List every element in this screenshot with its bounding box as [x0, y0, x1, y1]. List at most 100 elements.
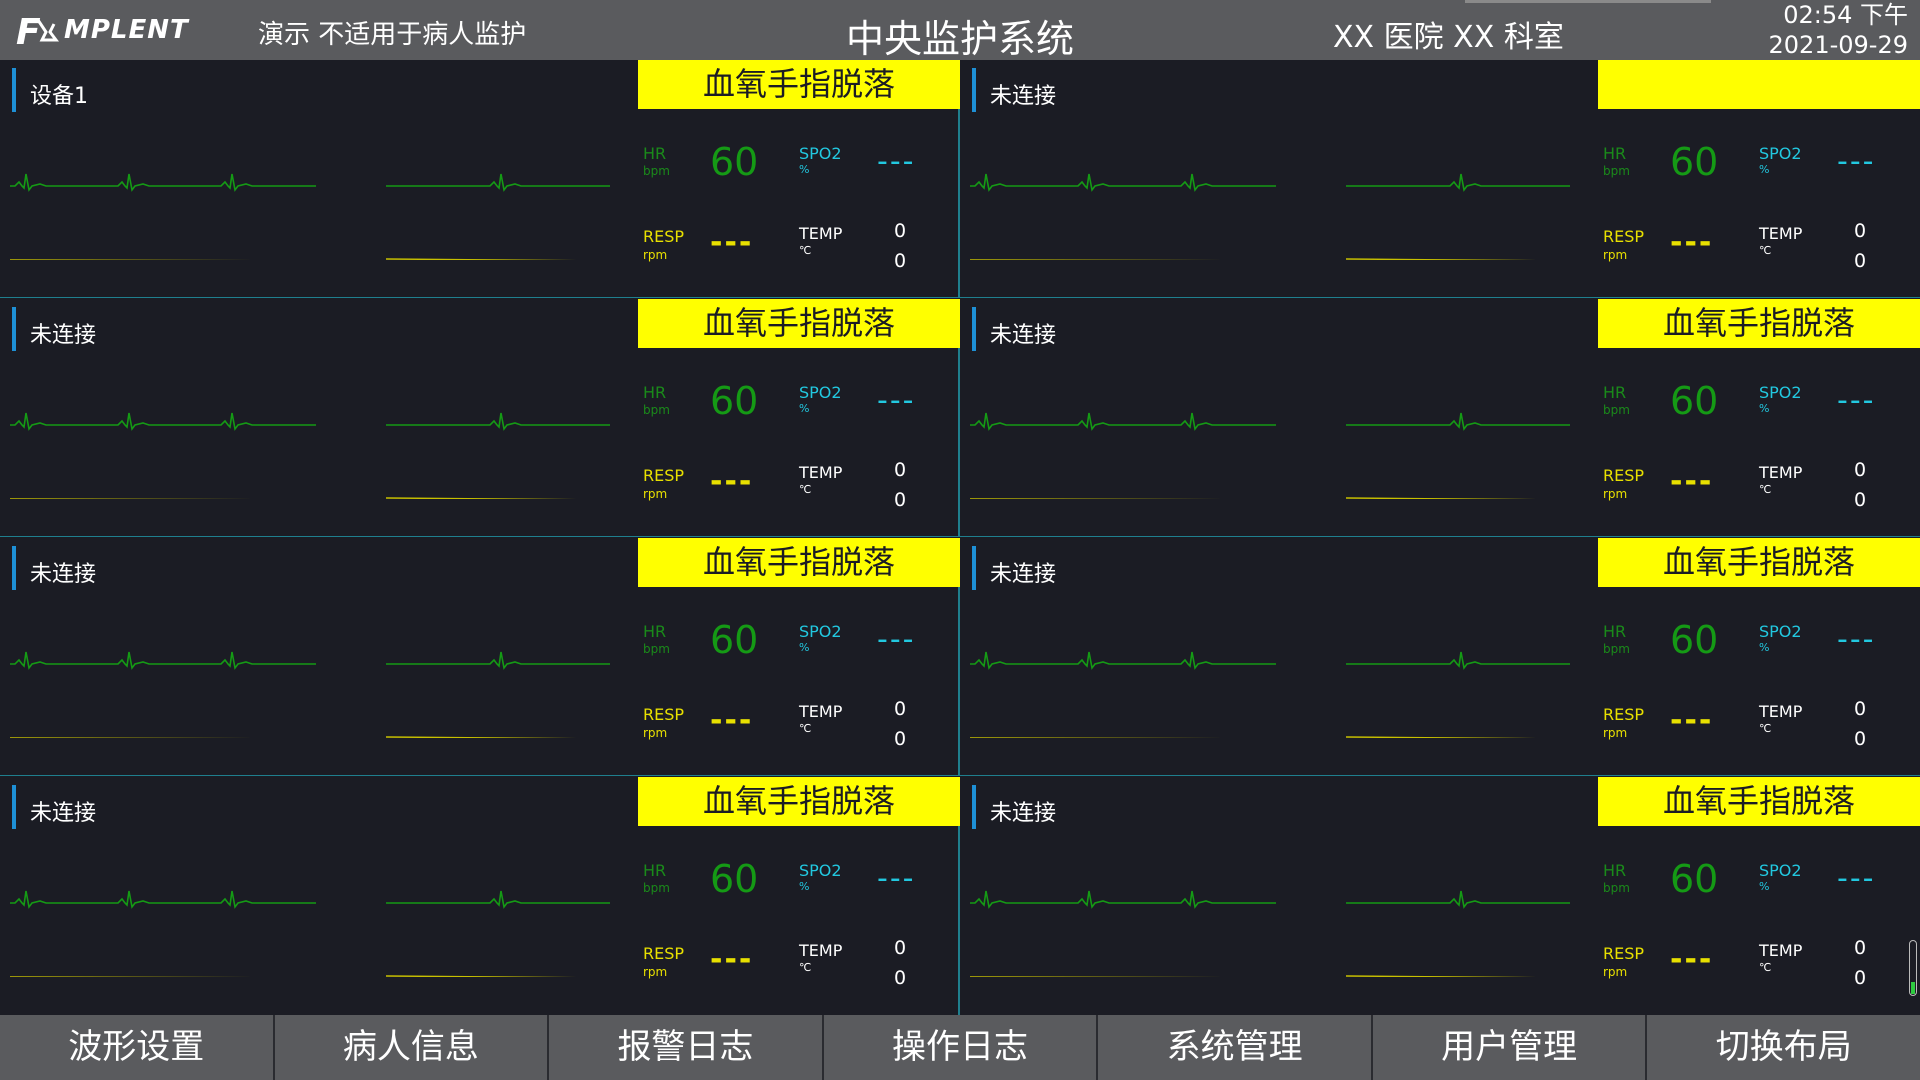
temp-value-1: 0: [894, 459, 907, 481]
hr-unit: bpm: [1603, 403, 1630, 417]
device-marker: [972, 307, 976, 351]
temp-unit: ℃: [799, 722, 812, 735]
hr-label: HR: [1603, 861, 1627, 880]
spo2-unit: %: [799, 402, 810, 415]
device-marker: [12, 785, 16, 829]
temp-value-1: 0: [894, 937, 907, 959]
device-name: 设备1: [30, 84, 88, 109]
user-management-button[interactable]: 用户管理: [1373, 1015, 1648, 1080]
temp-value-2: 0: [894, 728, 907, 750]
resp-label: RESP: [643, 227, 685, 246]
spo2-unit: %: [799, 641, 810, 654]
temp-value-2: 0: [1854, 489, 1867, 511]
operation-log-button[interactable]: 操作日志: [824, 1015, 1099, 1080]
waveform-area: [970, 890, 1570, 977]
hr-value: 60: [1670, 379, 1719, 423]
demo-warning-label: 演示 不适用于病人监护: [258, 20, 527, 50]
alarm-banner: 血氧手指脱落: [1598, 777, 1920, 826]
ecg-waveform-left: [10, 412, 316, 431]
spo2-label: SPO2: [1759, 622, 1802, 641]
monitor-panel[interactable]: 设备1 血氧手指脱落 HR bpm 60 SPO2% --- RESP rpm --- TEMP ℃ 0…: [0, 60, 960, 298]
spo2-value: ---: [877, 383, 916, 418]
resp-value: ---: [1670, 942, 1714, 977]
hr-label: HR: [643, 144, 667, 163]
hr-label: HR: [1603, 383, 1627, 402]
monitor-panel[interactable]: 未连接 血氧手指脱落 HR bpm 60 SPO2% --- RESP rpm --- TEMP ℃ 0…: [960, 777, 1920, 1015]
monitor-panel[interactable]: 未连接 血氧手指脱落 HR bpm 60 SPO2% --- RESP rpm --- TEMP ℃ 0…: [0, 538, 960, 776]
ecg-waveform-left: [10, 890, 316, 909]
system-management-button[interactable]: 系统管理: [1098, 1015, 1373, 1080]
spo2-unit: %: [1759, 880, 1770, 893]
hr-label: HR: [643, 622, 667, 641]
svg-text:F: F: [16, 12, 41, 50]
monitor-panel[interactable]: 未连接 血氧手指脱落 HR bpm 60 SPO2% --- RESP rpm --- TEMP ℃ 0…: [960, 538, 1920, 776]
hr-label: HR: [1603, 622, 1627, 641]
device-marker: [972, 546, 976, 590]
monitor-panel[interactable]: 未连接 血氧手指脱落 HR bpm 60 SPO2% --- RESP rpm --- TEMP ℃ 0…: [0, 777, 960, 1015]
spo2-unit: %: [1759, 163, 1770, 176]
ecg-waveform-left: [970, 890, 1276, 909]
resp-value: ---: [1670, 703, 1714, 738]
hr-unit: bpm: [643, 403, 670, 417]
temp-unit: ℃: [1759, 483, 1772, 496]
temp-value-1: 0: [1854, 937, 1867, 959]
hr-label: HR: [643, 861, 667, 880]
resp-value: ---: [1670, 225, 1714, 260]
spo2-value: ---: [1837, 861, 1876, 896]
resp-value: ---: [710, 225, 754, 260]
hr-label: HR: [643, 383, 667, 402]
resp-waveform-right: [385, 497, 577, 499]
device-name: 未连接: [990, 323, 1057, 348]
monitor-panel[interactable]: 未连接 血氧手指脱落 HR bpm 60 SPO2% --- RESP rpm --- TEMP ℃ 0…: [0, 299, 960, 537]
resp-unit: rpm: [643, 726, 668, 740]
temp-value-1: 0: [1854, 698, 1867, 720]
scroll-indicator-icon[interactable]: [1909, 940, 1917, 996]
resp-unit: rpm: [643, 248, 668, 262]
hr-value: 60: [710, 857, 759, 901]
temp-value-2: 0: [894, 967, 907, 989]
waveform-area: [970, 173, 1570, 260]
hr-value: 60: [710, 140, 759, 184]
temp-unit: ℃: [799, 483, 812, 496]
device-name: 未连接: [30, 323, 97, 348]
hr-value: 60: [1670, 857, 1719, 901]
lab-flask-logo-icon: F: [16, 12, 59, 50]
hr-unit: bpm: [1603, 881, 1630, 895]
alarm-banner: 血氧手指脱落: [1598, 538, 1920, 587]
resp-waveform-right: [1345, 736, 1537, 738]
hr-value: 60: [1670, 618, 1719, 662]
ecg-waveform-left: [10, 651, 316, 670]
patient-info-button[interactable]: 病人信息: [275, 1015, 550, 1080]
resp-unit: rpm: [1603, 248, 1628, 262]
ecg-waveform-left: [970, 651, 1276, 670]
resp-label: RESP: [643, 944, 685, 963]
spo2-label: SPO2: [799, 622, 842, 641]
temp-value-1: 0: [894, 220, 907, 242]
top-bar: F MPLENT 演示 不适用于病人监护 中央监护系统 XX 医院 XX 科室 …: [0, 0, 1920, 61]
hr-unit: bpm: [643, 642, 670, 656]
spo2-label: SPO2: [1759, 383, 1802, 402]
temp-label: TEMP: [1759, 463, 1803, 482]
waveform-area: [10, 890, 610, 977]
hr-value: 60: [710, 618, 759, 662]
spo2-label: SPO2: [799, 383, 842, 402]
device-name: 未连接: [990, 801, 1057, 826]
alarm-banner: 血氧手指脱落: [638, 538, 960, 587]
alarm-banner: 血氧手指脱落: [638, 777, 960, 826]
alarm-log-button[interactable]: 报警日志: [549, 1015, 824, 1080]
waveform-settings-button[interactable]: 波形设置: [0, 1015, 275, 1080]
temp-label: TEMP: [799, 702, 843, 721]
device-name: 未连接: [990, 84, 1057, 109]
hr-unit: bpm: [1603, 164, 1630, 178]
device-name: 未连接: [990, 562, 1057, 587]
resp-waveform-right: [385, 975, 577, 977]
resp-value: ---: [710, 464, 754, 499]
temp-value-1: 0: [894, 698, 907, 720]
monitor-panel[interactable]: 未连接 血氧手指脱落 HR bpm 60 SPO2% --- RESP rpm --- TEMP ℃ 0…: [960, 299, 1920, 537]
hr-unit: bpm: [1603, 642, 1630, 656]
spo2-unit: %: [1759, 402, 1770, 415]
resp-unit: rpm: [643, 487, 668, 501]
switch-layout-button[interactable]: 切换布局: [1647, 1015, 1920, 1080]
monitor-panel[interactable]: 未连接 HR bpm 60 SPO2% --- RESP rpm --- TEMP ℃ 0 0: [960, 60, 1920, 298]
resp-waveform-right: [1345, 497, 1537, 499]
